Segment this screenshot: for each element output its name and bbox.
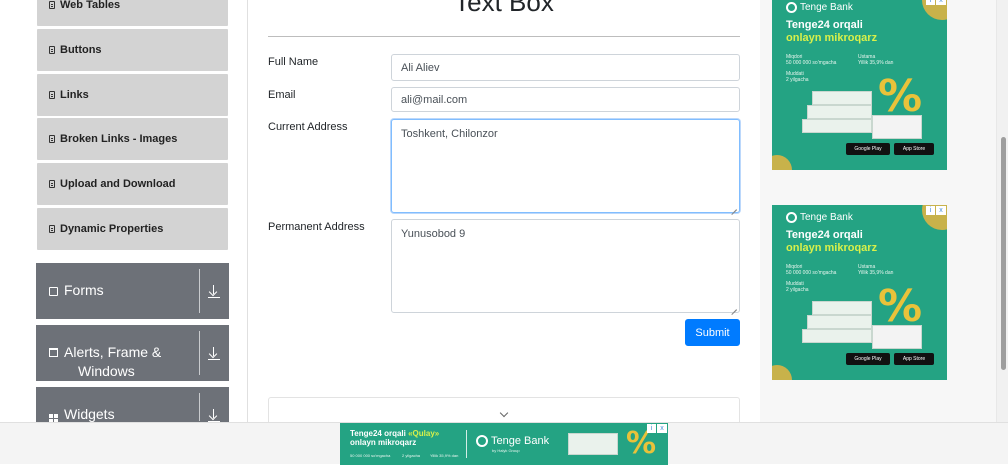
download-arrow-icon[interactable] (207, 284, 221, 300)
sidebar-item-label: Dynamic Properties (60, 223, 164, 235)
app-store-badge[interactable]: App Store (894, 353, 934, 365)
ad-headline-highlight: onlayn mikroqarz (786, 242, 878, 254)
left-rail (0, 0, 23, 464)
group-label: Forms (64, 282, 104, 298)
coin-graphic (772, 365, 792, 380)
ad-headline: Tenge24 orqali (786, 229, 863, 241)
group-header-widgets[interactable]: Widgets (36, 387, 229, 427)
group-label-line2: Windows (78, 363, 135, 379)
percent-graphic: % (878, 281, 923, 332)
bottom-ad-divider (466, 430, 467, 458)
sidebar-item-label: Buttons (60, 44, 102, 56)
sidebar-item-dynamic-properties[interactable]: Dynamic Properties (37, 208, 228, 250)
sidebar-item-label: Upload and Download (60, 178, 176, 190)
current-address-textarea[interactable]: Toshkent, Chilonzor (391, 119, 740, 213)
chevron-down-icon[interactable] (499, 408, 509, 418)
ad-banner[interactable]: Tenge Bank Tenge24 orqali onlayn mikroqa… (772, 205, 947, 380)
sidebar-nav: Web Tables Buttons Links Broken Links - … (22, 0, 248, 464)
sidebar-item-label: Broken Links - Images (60, 133, 178, 145)
group-header-alerts-frame-windows[interactable]: Alerts, Frame & Windows (36, 325, 229, 381)
ad-info-icon[interactable]: i (926, 206, 935, 215)
ad-logo: Tenge Bank (786, 212, 853, 223)
group-divider (199, 393, 200, 421)
page-scrollbar[interactable] (996, 0, 1008, 422)
ad-illustration: % (802, 273, 922, 353)
full-name-label: Full Name (268, 56, 319, 68)
email-label: Email (268, 89, 296, 101)
bank-logo-icon (786, 2, 797, 13)
note-icon (49, 180, 55, 188)
resize-handle[interactable] (731, 304, 738, 311)
bottom-ad-banner[interactable]: Tenge24 orqali «Qulay» onlayn mikroqarz … (340, 423, 668, 465)
ad-info-icon[interactable]: i (926, 0, 935, 5)
group-label: Widgets (64, 406, 115, 422)
sidebar-item-label: Links (60, 89, 89, 101)
sidebar-item-upload-download[interactable]: Upload and Download (37, 163, 228, 205)
current-address-label: Current Address (268, 121, 348, 133)
ad-close-icon[interactable]: x (936, 0, 946, 5)
bottom-ad-headline: Tenge24 orqali (350, 429, 409, 438)
ad-close-icon[interactable]: x (936, 206, 946, 215)
sidebar-item-links[interactable]: Links (37, 74, 228, 116)
bottom-ad-logo: Tenge Bank (476, 435, 549, 447)
ad-logo: Tenge Bank (786, 2, 853, 13)
sidebar-item-broken-links[interactable]: Broken Links - Images (37, 118, 228, 160)
bottom-ad-detail: 2 yilgacha (402, 453, 421, 458)
permanent-address-label: Permanent Address (268, 221, 365, 233)
bottom-ad-detail: Yillik 35,9% dan (430, 453, 459, 458)
bank-logo-icon (786, 212, 797, 223)
scrollbar-thumb[interactable] (1001, 137, 1006, 370)
bank-logo-icon (476, 435, 488, 447)
group-header-forms[interactable]: Forms (36, 263, 229, 319)
ad-close-icon[interactable]: x (657, 424, 667, 433)
app-store-badge[interactable]: App Store (894, 143, 934, 155)
bottom-ad-detail: 50 000 000 so'mgacha (350, 453, 391, 458)
bottom-ad-subheadline: onlayn mikroqarz (350, 438, 417, 447)
ad-banner[interactable]: Tenge Bank Tenge24 orqali onlayn mikroqa… (772, 0, 947, 170)
note-icon (49, 1, 55, 9)
ad-illustration: % (802, 63, 922, 143)
text-box-form: Text Box Full Name Email Current Address… (268, 0, 740, 464)
group-divider (199, 331, 200, 375)
note-icon (49, 46, 55, 54)
sidebar-item-buttons[interactable]: Buttons (37, 29, 228, 71)
ad-info-icon[interactable]: i (647, 424, 656, 433)
group-label-line1: Alerts, Frame & (64, 344, 162, 360)
bottom-ad-brand-sub: by Halyk Group (492, 448, 520, 453)
google-play-badge[interactable]: Google Play (846, 143, 890, 155)
resize-handle[interactable] (731, 204, 738, 211)
bottom-ad-bar: Tenge24 orqali «Qulay» onlayn mikroqarz … (0, 422, 1008, 465)
note-icon (49, 225, 55, 233)
coin-graphic (772, 155, 792, 170)
sidebar-item-label: Web Tables (60, 0, 121, 11)
note-icon (49, 135, 55, 143)
list-icon (49, 287, 58, 296)
window-icon (49, 348, 58, 357)
ad-headline: Tenge24 orqali (786, 19, 863, 31)
title-divider (268, 36, 740, 37)
percent-graphic: % (878, 71, 923, 122)
submit-button[interactable]: Submit (685, 319, 740, 346)
full-name-input[interactable] (391, 54, 740, 81)
grid-icon (49, 410, 58, 423)
note-icon (49, 91, 55, 99)
ad-sidebar: Tenge Bank Tenge24 orqali onlayn mikroqa… (760, 0, 996, 464)
ad-headline-highlight: onlayn mikroqarz (786, 32, 878, 44)
group-divider (199, 269, 200, 313)
money-graphic (568, 433, 618, 455)
sidebar-item-web-tables[interactable]: Web Tables (37, 0, 228, 26)
email-input[interactable] (391, 87, 740, 112)
google-play-badge[interactable]: Google Play (846, 353, 890, 365)
bottom-ad-highlight: «Qulay» (408, 429, 440, 438)
download-arrow-icon[interactable] (207, 346, 221, 362)
page-title: Text Box (454, 0, 554, 17)
permanent-address-textarea[interactable]: Yunusobod 9 (391, 219, 740, 313)
